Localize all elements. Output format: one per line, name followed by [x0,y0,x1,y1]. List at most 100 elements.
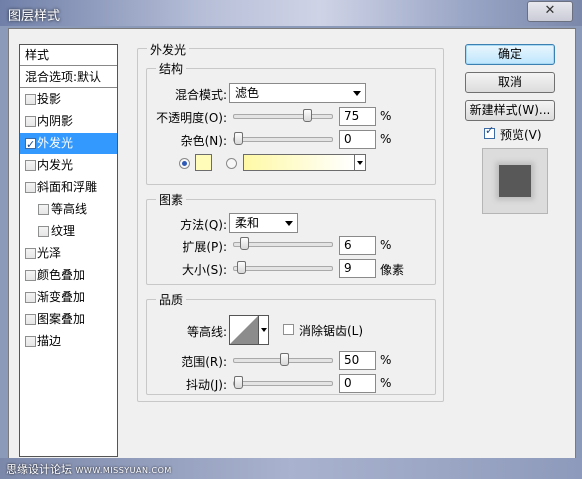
style-item[interactable]: 内发光 [20,155,117,176]
range-slider[interactable] [233,353,333,366]
style-item-checkbox[interactable] [25,182,36,193]
size-input[interactable]: 9 [339,259,376,278]
jitter-slider[interactable] [233,376,333,389]
method-value: 柔和 [235,216,260,230]
range-label: 范围(R): [181,355,227,369]
blend-options-default[interactable]: 混合选项:默认 [20,67,117,88]
spread-input[interactable]: 6 [339,236,376,255]
gradient-radio[interactable] [226,158,237,169]
title-bar: 图层样式 ✕ [0,0,582,26]
style-item-label: 外发光 [37,136,74,150]
style-item[interactable]: 外发光 [20,133,117,155]
blend-mode-value: 滤色 [235,86,260,100]
style-item-label: 纹理 [51,224,76,238]
spread-slider-thumb[interactable] [239,237,249,250]
contour-label: 等高线: [186,325,227,339]
style-item[interactable]: 光泽 [20,243,117,264]
preview-checkbox[interactable] [484,124,495,139]
opacity-slider[interactable] [233,109,333,122]
elements-title: 图素 [156,191,187,208]
style-item-checkbox[interactable] [25,292,36,303]
chevron-down-icon [285,221,293,226]
style-item-label: 斜面和浮雕 [37,180,98,194]
spread-label: 扩展(P): [182,240,227,254]
jitter-input[interactable]: 0 [339,374,376,393]
size-slider[interactable] [233,261,333,274]
quality-title: 品质 [156,291,187,308]
style-list-header-label: 样式 [25,48,50,62]
anti-alias-checkbox[interactable] [283,324,294,335]
style-item-label: 描边 [37,334,62,348]
style-item[interactable]: 内阴影 [20,111,117,132]
jitter-unit: % [380,376,392,390]
outer-glow-title: 外发光 [147,41,190,58]
cancel-button[interactable]: 取消 [465,72,555,93]
blend-options-label: 混合选项:默认 [25,70,102,84]
preview-thumbnail [499,165,531,197]
noise-input[interactable]: 0 [339,130,376,149]
preview-label: 预览(V) [500,128,542,142]
style-item-label: 图案叠加 [37,312,86,326]
noise-label: 杂色(N): [180,134,227,148]
contour-picker[interactable] [229,315,269,345]
jitter-slider-thumb[interactable] [234,376,243,389]
style-preview [482,148,548,214]
size-label: 大小(S): [181,263,227,277]
style-item-label: 颜色叠加 [37,268,86,282]
range-slider-thumb[interactable] [280,353,289,366]
style-item[interactable]: 渐变叠加 [20,287,117,308]
style-item-checkbox[interactable] [38,226,49,237]
style-item[interactable]: 颜色叠加 [20,265,117,286]
opacity-input[interactable]: 75 [339,107,376,126]
contour-preview-icon [229,315,269,345]
gradient-picker-button[interactable] [354,154,366,171]
method-label: 方法(Q): [180,218,227,232]
solid-color-radio[interactable] [179,158,190,169]
opacity-unit: % [380,109,392,123]
blend-mode-select[interactable]: 滤色 [229,83,366,103]
style-list: 样式 混合选项:默认 投影内阴影外发光内发光斜面和浮雕等高线纹理光泽颜色叠加渐变… [19,44,118,457]
style-item-label: 内阴影 [37,114,74,128]
range-input[interactable]: 50 [339,351,376,370]
opacity-slider-thumb[interactable] [303,109,312,122]
style-item[interactable]: 等高线 [20,199,117,220]
jitter-label: 抖动(J): [186,378,227,392]
style-list-header[interactable]: 样式 [20,45,117,66]
window-title: 图层样式 [8,9,61,24]
style-item-checkbox[interactable] [25,314,36,325]
glow-color-swatch[interactable] [195,154,212,171]
close-button[interactable]: ✕ [527,1,573,22]
size-unit: 像素 [380,263,405,277]
style-item-checkbox[interactable] [25,336,36,347]
style-item-label: 等高线 [51,202,88,216]
style-item-label: 渐变叠加 [37,290,86,304]
style-item-checkbox[interactable] [25,134,36,155]
opacity-label: 不透明度(O): [156,111,227,125]
style-item-checkbox[interactable] [25,270,36,281]
style-item[interactable]: 图案叠加 [20,309,117,330]
style-item-checkbox[interactable] [25,94,36,105]
style-item[interactable]: 投影 [20,89,117,110]
ok-button[interactable]: 确定 [465,44,555,65]
range-unit: % [380,353,392,367]
style-item-checkbox[interactable] [25,248,36,259]
chevron-down-icon [357,161,363,165]
glow-gradient-swatch[interactable] [243,154,355,171]
watermark-url: WWW.MISSYUAN.COM [75,466,172,475]
noise-unit: % [380,132,392,146]
style-item-label: 光泽 [37,246,62,260]
watermark: 思缘设计论坛 WWW.MISSYUAN.COM [6,461,172,477]
size-slider-thumb[interactable] [237,261,247,274]
method-select[interactable]: 柔和 [229,213,298,233]
noise-slider-thumb[interactable] [234,132,243,145]
new-style-button[interactable]: 新建样式(W)... [465,100,555,121]
style-item-checkbox[interactable] [25,116,36,127]
spread-slider[interactable] [233,237,333,250]
chevron-down-icon [353,91,361,96]
style-item-checkbox[interactable] [38,204,49,215]
noise-slider[interactable] [233,132,333,145]
style-item[interactable]: 纹理 [20,221,117,242]
style-item-checkbox[interactable] [25,160,36,171]
style-item[interactable]: 描边 [20,331,117,352]
style-item[interactable]: 斜面和浮雕 [20,177,117,198]
